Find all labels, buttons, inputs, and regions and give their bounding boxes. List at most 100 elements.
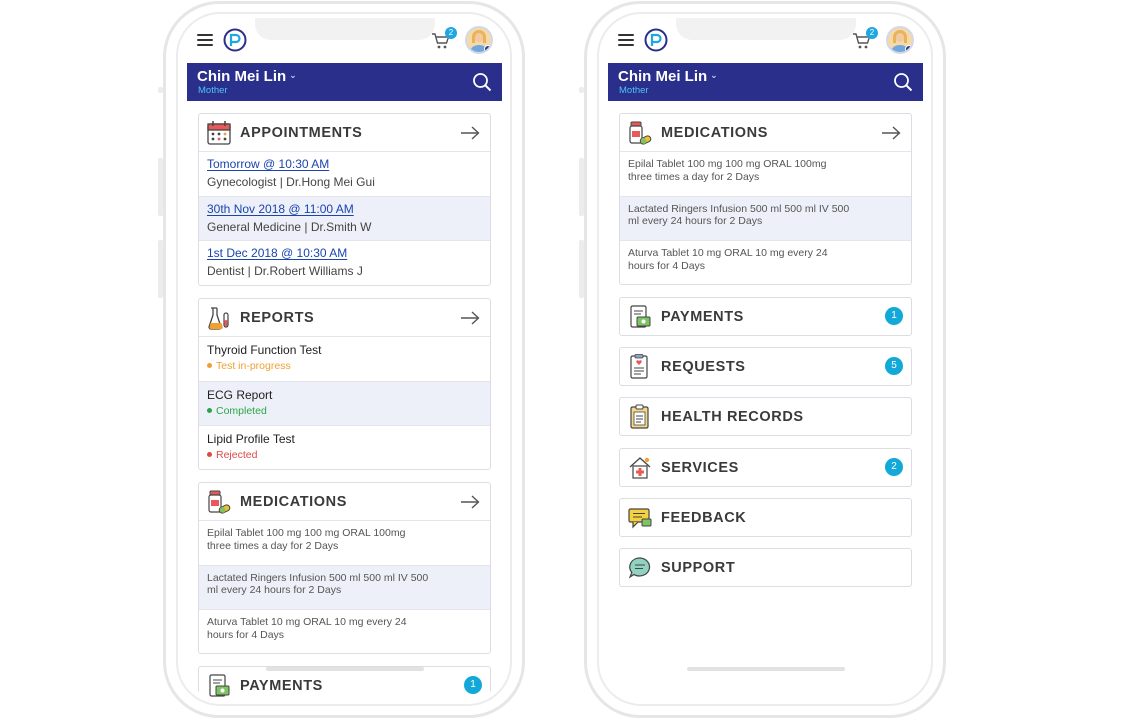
top-bar: 2: [187, 18, 502, 64]
requests-card[interactable]: REQUESTS 5: [619, 347, 912, 386]
payments-card[interactable]: PAYMENTS 1: [619, 297, 912, 336]
requests-icon: [630, 354, 648, 379]
medication-row[interactable]: Epilal Tablet 100 mg 100 mg ORAL 100mg t…: [620, 152, 911, 197]
appointment-row[interactable]: 30th Nov 2018 @ 11:00 AM General Medicin…: [199, 196, 490, 242]
lab-flask-icon: [208, 307, 229, 330]
requests-title: REQUESTS: [661, 359, 746, 375]
medicine-bottle-icon: [208, 490, 231, 514]
appointment-date-link[interactable]: Tomorrow @ 10:30 AM: [207, 157, 490, 171]
health-records-header[interactable]: HEALTH RECORDS: [620, 398, 911, 435]
feedback-header[interactable]: FEEDBACK: [620, 499, 911, 536]
medication-row[interactable]: Aturva Tablet 10 mg ORAL 10 mg every 24 …: [199, 610, 490, 653]
hamburger-menu-icon[interactable]: [197, 34, 213, 46]
appointment-detail: Gynecologist | Dr.Hong Mei Gui: [207, 175, 375, 189]
reports-header[interactable]: REPORTS: [199, 299, 490, 337]
home-indicator: [265, 667, 424, 671]
left-phone-volume-up-button: [158, 158, 163, 216]
services-header[interactable]: SERVICES 2: [620, 449, 911, 486]
user-avatar[interactable]: [886, 26, 914, 54]
support-title: SUPPORT: [661, 560, 736, 576]
payments-card[interactable]: PAYMENTS 1: [198, 666, 491, 700]
appointment-date-link[interactable]: 30th Nov 2018 @ 11:00 AM: [207, 202, 490, 216]
calendar-icon: [207, 121, 231, 145]
chevron-down-icon: ⌄: [710, 70, 718, 80]
cart-icon[interactable]: 2: [431, 27, 457, 50]
user-bar[interactable]: Chin Mei Lin ⌄ Mother: [187, 63, 502, 101]
payments-icon: [630, 305, 651, 328]
payments-title: PAYMENTS: [240, 678, 323, 694]
arrow-right-icon[interactable]: [460, 126, 480, 140]
appointment-row[interactable]: Tomorrow @ 10:30 AM Gynecologist | Dr.Ho…: [199, 152, 490, 197]
search-icon[interactable]: [472, 72, 492, 92]
user-bar[interactable]: Chin Mei Lin ⌄ Mother: [608, 63, 923, 101]
health-records-title: HEALTH RECORDS: [661, 409, 804, 425]
feedback-card[interactable]: FEEDBACK: [619, 498, 912, 537]
left-phone-volume-down-button: [158, 240, 163, 298]
online-status-dot: [905, 45, 912, 52]
feedback-title: FEEDBACK: [661, 510, 747, 526]
medications-title: MEDICATIONS: [661, 125, 769, 141]
arrow-right-icon[interactable]: [460, 311, 480, 325]
medicine-bottle-icon: [629, 121, 652, 145]
health-records-card[interactable]: HEALTH RECORDS: [619, 397, 912, 436]
report-status-text: Completed: [216, 404, 267, 417]
hamburger-menu-icon[interactable]: [618, 34, 634, 46]
medications-card: MEDICATIONS Epilal Tablet 100 mg 100 mg …: [198, 482, 491, 654]
services-card[interactable]: SERVICES 2: [619, 448, 912, 487]
right-phone-screen: 2 Chin Mei Lin ⌄ Mother MEDICATIONS Epila…: [608, 18, 923, 700]
report-status: Completed: [207, 405, 490, 417]
medication-row[interactable]: Epilal Tablet 100 mg 100 mg ORAL 100mg t…: [199, 521, 490, 566]
right-phone-volume-button: [579, 87, 584, 93]
report-row[interactable]: ECG Report Completed: [199, 381, 490, 427]
search-icon[interactable]: [893, 72, 913, 92]
medications-card: MEDICATIONS Epilal Tablet 100 mg 100 mg …: [619, 113, 912, 285]
user-avatar[interactable]: [465, 26, 493, 54]
reports-card: REPORTS Thyroid Function Test Test in-pr…: [198, 298, 491, 470]
appointment-date-link[interactable]: 1st Dec 2018 @ 10:30 AM: [207, 246, 490, 260]
medications-header[interactable]: MEDICATIONS: [620, 114, 911, 152]
user-role: Mother: [619, 85, 649, 96]
support-card[interactable]: SUPPORT: [619, 548, 912, 587]
report-status: Rejected: [207, 449, 490, 461]
medication-row[interactable]: Lactated Ringers Infusion 500 ml 500 ml …: [620, 196, 911, 242]
report-name: ECG Report: [207, 387, 273, 402]
user-switcher[interactable]: Chin Mei Lin ⌄: [197, 68, 297, 85]
arrow-right-icon[interactable]: [460, 495, 480, 509]
payments-icon: [209, 674, 230, 697]
user-switcher[interactable]: Chin Mei Lin ⌄: [618, 68, 718, 85]
report-row[interactable]: Thyroid Function Test Test in-progress: [199, 337, 490, 382]
app-logo: [223, 28, 247, 52]
health-records-icon: [630, 404, 649, 429]
report-name: Thyroid Function Test: [207, 343, 322, 357]
cart-count-badge: 2: [866, 27, 878, 39]
medications-header[interactable]: MEDICATIONS: [199, 483, 490, 521]
services-title: SERVICES: [661, 460, 739, 476]
payments-header[interactable]: PAYMENTS 1: [199, 667, 490, 700]
requests-header[interactable]: REQUESTS 5: [620, 348, 911, 385]
medication-row[interactable]: Lactated Ringers Infusion 500 ml 500 ml …: [199, 565, 490, 611]
support-header[interactable]: SUPPORT: [620, 549, 911, 586]
chevron-down-icon: ⌄: [289, 70, 297, 80]
reports-title: REPORTS: [240, 310, 315, 326]
medication-row[interactable]: Aturva Tablet 10 mg ORAL 10 mg every 24 …: [620, 241, 911, 284]
appointments-header[interactable]: APPOINTMENTS: [199, 114, 490, 152]
user-role: Mother: [198, 85, 228, 96]
payments-count-badge: 1: [885, 307, 903, 325]
feedback-icon: [628, 508, 652, 529]
cart-icon[interactable]: 2: [852, 27, 878, 50]
appointment-detail: Dentist | Dr.Robert Williams J: [207, 264, 363, 279]
payments-header[interactable]: PAYMENTS 1: [620, 298, 911, 335]
cart-count-badge: 2: [445, 27, 457, 39]
arrow-right-icon[interactable]: [881, 126, 901, 140]
report-name: Lipid Profile Test: [207, 432, 295, 447]
online-status-dot: [484, 45, 491, 52]
right-phone-volume-down-button: [579, 240, 584, 298]
appointment-row[interactable]: 1st Dec 2018 @ 10:30 AM Dentist | Dr.Rob…: [199, 241, 490, 285]
services-icon: [629, 457, 651, 479]
requests-count-badge: 5: [885, 357, 903, 375]
report-status: Test in-progress: [207, 360, 490, 372]
user-name: Chin Mei Lin: [197, 68, 287, 85]
report-row[interactable]: Lipid Profile Test Rejected: [199, 426, 490, 469]
top-bar: 2: [608, 18, 923, 64]
user-name: Chin Mei Lin: [618, 68, 708, 85]
